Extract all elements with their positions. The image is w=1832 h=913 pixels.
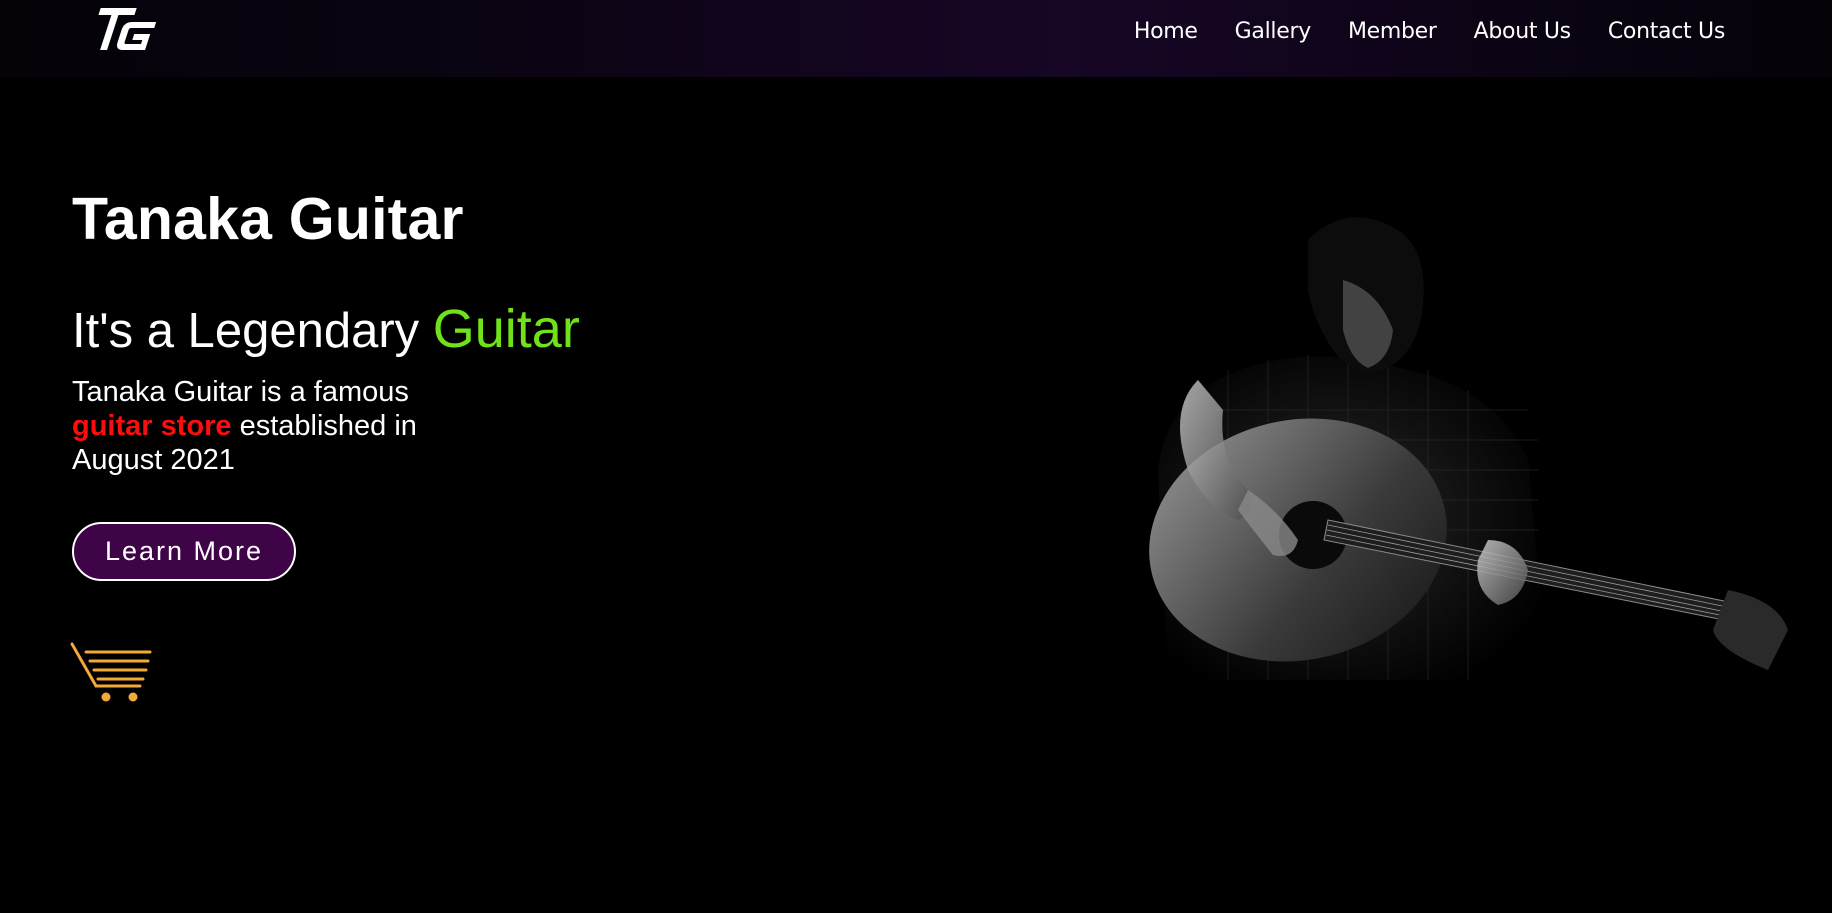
shopping-cart-icon[interactable]: [70, 642, 154, 704]
site-header: Home Gallery Member About Us Contact Us: [0, 0, 1832, 77]
nav-member[interactable]: Member: [1348, 19, 1437, 44]
nav-home[interactable]: Home: [1134, 19, 1198, 44]
page: Home Gallery Member About Us Contact Us …: [0, 0, 1832, 913]
guitarist-photo: [1128, 210, 1788, 770]
nav-about-us[interactable]: About Us: [1474, 19, 1572, 44]
subtitle-accent: Guitar: [432, 299, 580, 359]
desc-accent: guitar store: [72, 410, 232, 442]
desc-text-1: Tanaka Guitar is a famous: [72, 376, 409, 408]
hero-description: Tanaka Guitar is a famous guitar store e…: [72, 375, 472, 477]
hero-subtitle: It's a Legendary Guitar: [72, 294, 580, 366]
learn-more-button[interactable]: Learn More: [72, 522, 296, 581]
nav-contact-us[interactable]: Contact Us: [1608, 19, 1725, 44]
nav-gallery[interactable]: Gallery: [1235, 19, 1312, 44]
main-nav: Home Gallery Member About Us Contact Us: [1134, 0, 1725, 62]
subtitle-text: It's a Legendary: [72, 304, 433, 358]
hero-title: Tanaka Guitar: [72, 186, 464, 252]
tg-logo-icon[interactable]: [92, 4, 170, 54]
